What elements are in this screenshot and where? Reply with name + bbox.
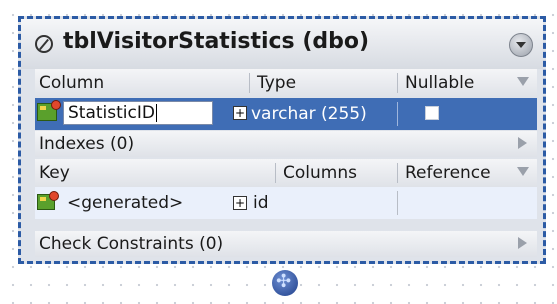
pencil-circle-icon[interactable] — [35, 35, 53, 53]
check-constraints-section[interactable]: Check Constraints (0) — [35, 231, 537, 257]
column-separator — [397, 102, 398, 126]
column-name-input[interactable]: StatisticID — [63, 101, 213, 125]
nullable-header-label[interactable]: Nullable — [405, 69, 474, 97]
indexes-section[interactable]: Indexes (0) — [35, 131, 537, 157]
key-columns-value[interactable]: id — [253, 187, 269, 219]
plus-icon[interactable]: + — [233, 106, 247, 120]
sort-filter-icon[interactable] — [517, 77, 529, 86]
columns-header-label[interactable]: Columns — [283, 159, 357, 187]
key-name-value[interactable]: <generated> — [67, 187, 183, 219]
column-separator[interactable] — [249, 73, 250, 93]
keys-header: Key Columns Reference — [35, 159, 537, 187]
sort-filter-icon[interactable] — [517, 167, 529, 176]
column-separator[interactable] — [397, 163, 398, 183]
chevron-down-icon[interactable] — [509, 33, 533, 57]
db-table-box[interactable]: tblVisitorStatistics (dbo) Column Type N… — [18, 16, 546, 264]
column-header-label[interactable]: Column — [39, 69, 104, 97]
type-header-label[interactable]: Type — [257, 69, 296, 97]
column-type-value[interactable]: varchar (255) — [251, 98, 367, 130]
table-title: tblVisitorStatistics (dbo) — [63, 29, 370, 54]
key-row[interactable]: <generated> + id — [35, 187, 537, 219]
table-title-bar[interactable]: tblVisitorStatistics (dbo) — [21, 19, 543, 69]
column-row[interactable]: StatisticID + varchar (255) — [35, 98, 537, 130]
columns-header: Column Type Nullable — [35, 69, 537, 97]
primary-key-icon — [37, 191, 59, 210]
plus-icon[interactable]: + — [233, 196, 247, 210]
expand-right-icon[interactable] — [518, 137, 527, 149]
reference-header-label[interactable]: Reference — [405, 159, 491, 187]
key-header-label[interactable]: Key — [39, 159, 70, 187]
indexes-label: Indexes (0) — [39, 134, 135, 154]
move-handle-icon[interactable] — [272, 270, 298, 296]
primary-key-icon — [37, 100, 61, 121]
check-constraints-label: Check Constraints (0) — [39, 234, 224, 254]
text-caret — [155, 104, 157, 122]
column-separator[interactable] — [275, 163, 276, 183]
expand-right-icon[interactable] — [518, 237, 527, 249]
column-name-value: StatisticID — [68, 103, 155, 123]
column-separator — [397, 191, 398, 215]
column-separator[interactable] — [397, 73, 398, 93]
nullable-checkbox[interactable] — [425, 106, 439, 120]
